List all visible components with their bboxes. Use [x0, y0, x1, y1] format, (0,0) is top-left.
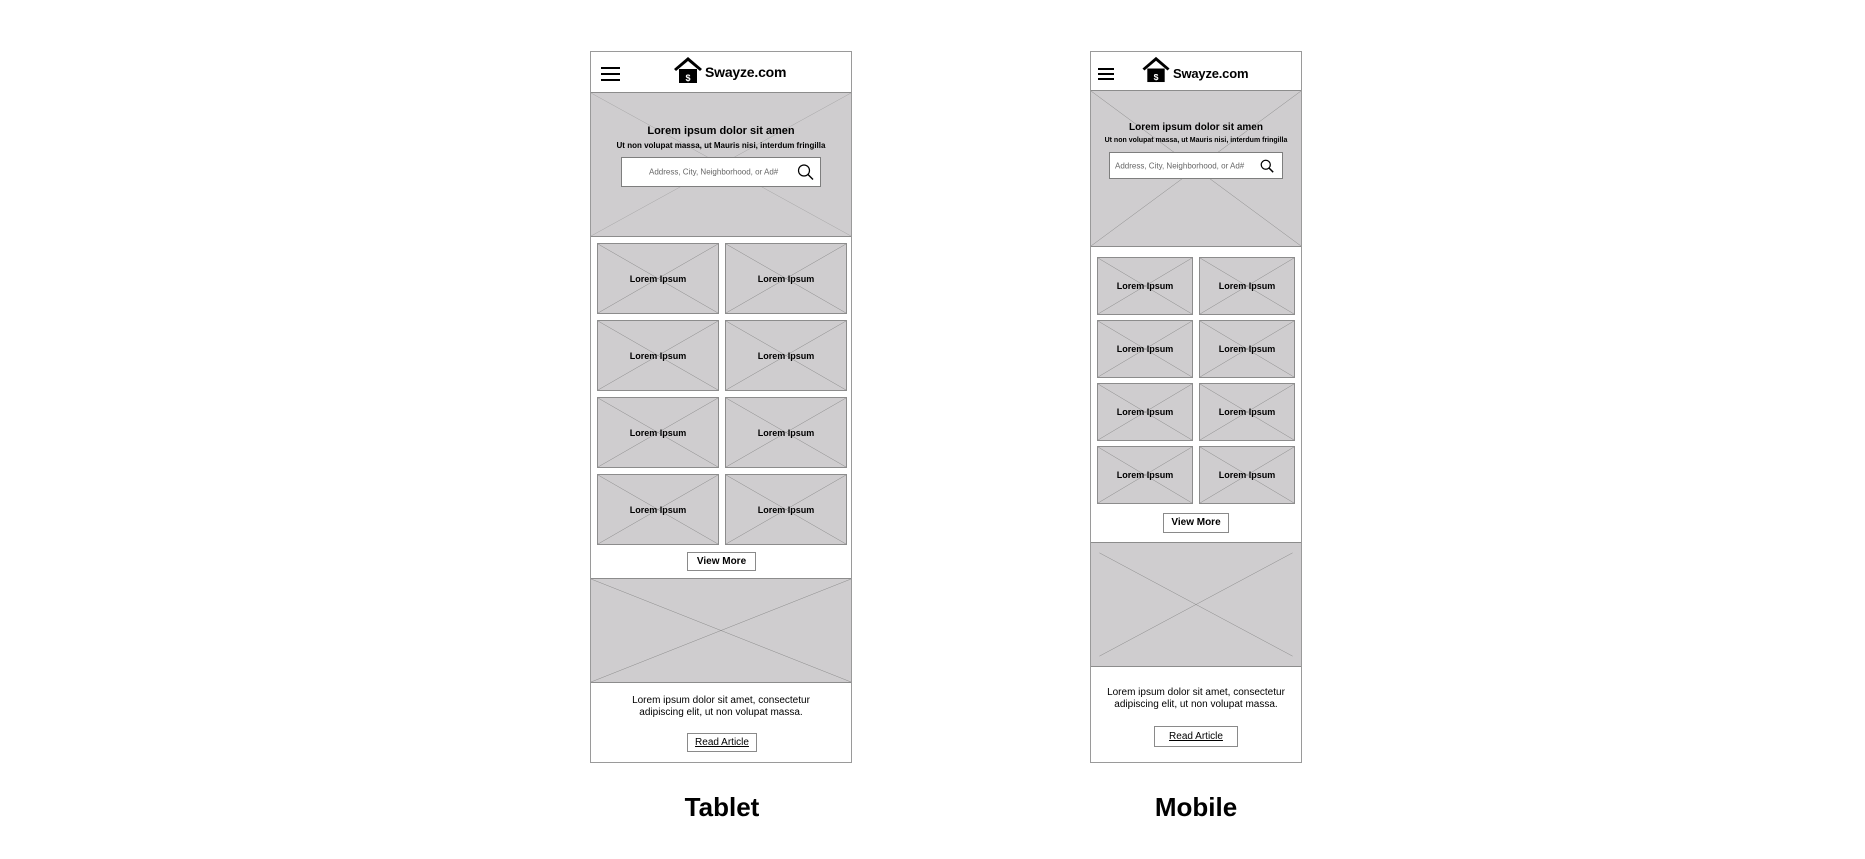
listing-tile[interactable]: Lorem Ipsum — [597, 397, 719, 468]
tile-label: Lorem Ipsum — [757, 273, 815, 284]
tile-label: Lorem Ipsum — [757, 504, 815, 515]
listing-tile[interactable]: Lorem Ipsum — [597, 474, 719, 545]
tile-label: Lorem Ipsum — [1116, 344, 1174, 354]
hamburger-menu-icon[interactable] — [1098, 68, 1114, 80]
listing-tile[interactable]: Lorem Ipsum — [1199, 320, 1295, 378]
house-dollar-icon: $ — [1142, 56, 1170, 82]
mobile-header: $ Swayze.com — [1091, 52, 1301, 91]
tile-label: Lorem Ipsum — [1116, 281, 1174, 291]
search-input[interactable]: Address, City, Neighborhood, or Ad# — [1109, 152, 1283, 179]
search-placeholder: Address, City, Neighborhood, or Ad# — [649, 167, 779, 177]
view-more-button[interactable]: View More — [687, 552, 756, 571]
read-article-button[interactable]: Read Article — [687, 733, 757, 752]
logo-text: Swayze.com — [1173, 66, 1249, 81]
article-text: Lorem ipsum dolor sit amet, consectetur … — [1107, 687, 1285, 710]
tile-label: Lorem Ipsum — [629, 504, 687, 515]
feature-image — [591, 578, 851, 683]
search-icon[interactable] — [1260, 159, 1274, 173]
view-more-button[interactable]: View More — [1163, 513, 1229, 533]
listing-tile[interactable]: Lorem Ipsum — [725, 474, 847, 545]
listing-tile[interactable]: Lorem Ipsum — [597, 243, 719, 314]
listing-tile[interactable]: Lorem Ipsum — [1097, 383, 1193, 441]
logo[interactable]: $ Swayze.com — [673, 55, 786, 84]
tile-label: Lorem Ipsum — [757, 427, 815, 438]
mobile-caption: Mobile — [1154, 792, 1238, 822]
tile-label: Lorem Ipsum — [1218, 407, 1276, 417]
listing-tile[interactable]: Lorem Ipsum — [1199, 383, 1295, 441]
listing-tile[interactable]: Lorem Ipsum — [725, 320, 847, 391]
listing-tile[interactable]: Lorem Ipsum — [725, 243, 847, 314]
house-dollar-icon: $ — [674, 57, 702, 83]
hero-title: Lorem ipsum dolor sit amen — [647, 125, 795, 137]
listing-tile[interactable]: Lorem Ipsum — [1199, 257, 1295, 315]
listing-tile[interactable]: Lorem Ipsum — [597, 320, 719, 391]
tile-label: Lorem Ipsum — [1218, 281, 1276, 291]
hamburger-menu-icon[interactable] — [601, 67, 620, 81]
read-article-button[interactable]: Read Article — [1154, 726, 1238, 747]
hero-banner: Lorem ipsum dolor sit amen Ut non volupa… — [591, 92, 851, 237]
listing-tile[interactable]: Lorem Ipsum — [1199, 446, 1295, 504]
tile-label: Lorem Ipsum — [1116, 407, 1174, 417]
article-text: Lorem ipsum dolor sit amet, consectetur … — [632, 695, 810, 718]
logo-text: Swayze.com — [705, 64, 787, 80]
tile-label: Lorem Ipsum — [629, 350, 687, 361]
logo[interactable]: $ Swayze.com — [1141, 55, 1249, 83]
tile-label: Lorem Ipsum — [757, 350, 815, 361]
tablet-wireframe: $ Swayze.com Lorem ipsum dolor sit amen … — [590, 51, 852, 763]
tile-label: Lorem Ipsum — [1116, 470, 1174, 480]
tablet-header: $ Swayze.com — [591, 52, 851, 93]
feature-image — [1091, 542, 1301, 667]
listing-tile[interactable]: Lorem Ipsum — [1097, 257, 1193, 315]
hero-subtitle: Ut non volupat massa, ut Mauris nisi, in… — [1104, 137, 1288, 144]
hero-banner: Lorem ipsum dolor sit amen Ut non volupa… — [1091, 90, 1301, 247]
listing-tile[interactable]: Lorem Ipsum — [1097, 320, 1193, 378]
search-input[interactable]: Address, City, Neighborhood, or Ad# — [621, 157, 821, 187]
tile-label: Lorem Ipsum — [1218, 470, 1276, 480]
hero-subtitle: Ut non volupat massa, ut Mauris nisi, in… — [616, 141, 826, 150]
search-placeholder: Address, City, Neighborhood, or Ad# — [1115, 161, 1245, 170]
listing-tile[interactable]: Lorem Ipsum — [1097, 446, 1193, 504]
svg-text:$: $ — [685, 73, 690, 83]
hero-title: Lorem ipsum dolor sit amen — [1129, 122, 1263, 133]
tablet-caption: Tablet — [684, 792, 760, 822]
listing-tile[interactable]: Lorem Ipsum — [725, 397, 847, 468]
tile-label: Lorem Ipsum — [629, 273, 687, 284]
svg-text:$: $ — [1154, 72, 1159, 82]
mobile-wireframe: $ Swayze.com Lorem ipsum dolor sit amen … — [1090, 51, 1302, 763]
search-icon[interactable] — [797, 164, 814, 181]
tile-label: Lorem Ipsum — [629, 427, 687, 438]
tile-label: Lorem Ipsum — [1218, 344, 1276, 354]
